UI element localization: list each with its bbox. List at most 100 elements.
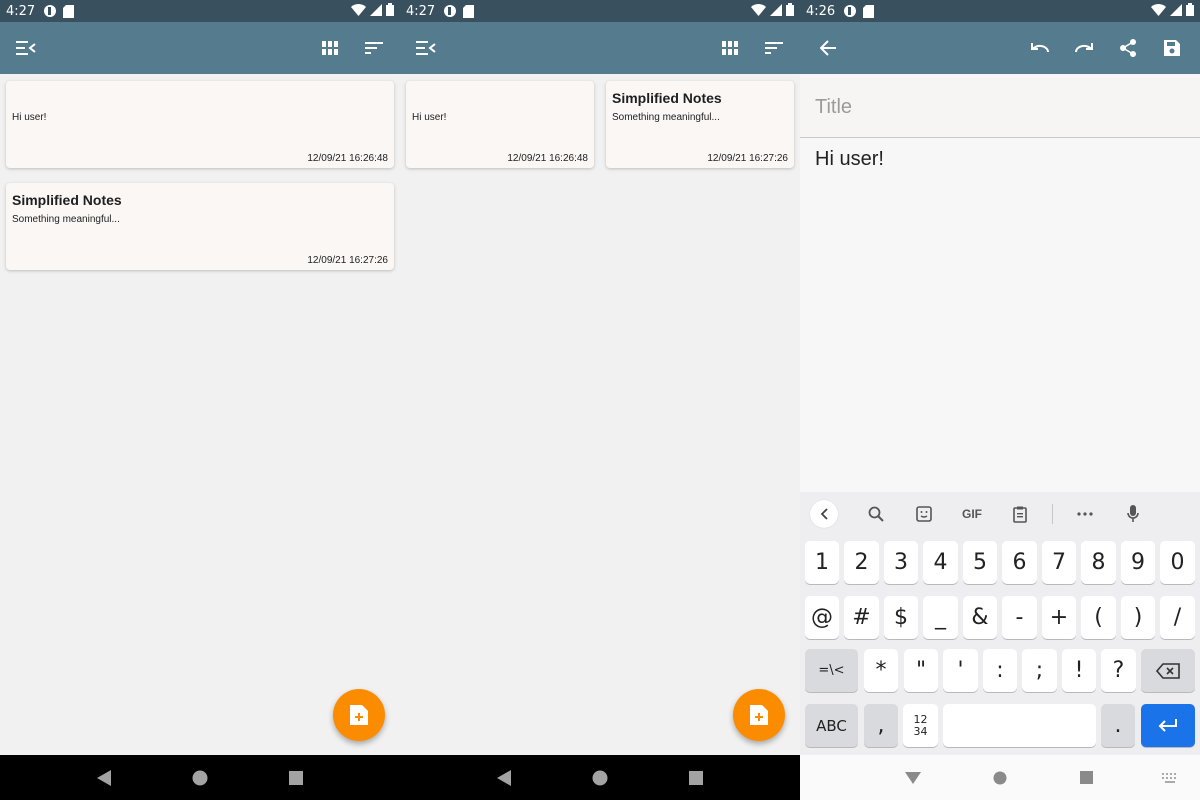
key[interactable]: # bbox=[844, 596, 879, 639]
signal-icon bbox=[1170, 3, 1182, 19]
chevron-left-icon[interactable] bbox=[810, 500, 838, 528]
more-symbols-key[interactable]: =\< bbox=[805, 649, 858, 692]
period-key[interactable]: . bbox=[1101, 704, 1135, 747]
key[interactable]: & bbox=[963, 596, 997, 639]
enter-icon bbox=[1158, 718, 1177, 732]
key[interactable]: @ bbox=[805, 596, 839, 639]
status-time: 4:26 bbox=[806, 3, 836, 19]
note-date: 12/09/21 16:27:26 bbox=[307, 255, 388, 266]
arrow-back-icon[interactable] bbox=[816, 36, 840, 60]
recents-icon[interactable] bbox=[684, 766, 708, 790]
comma-key[interactable]: , bbox=[864, 704, 898, 747]
key[interactable]: 6 bbox=[1002, 541, 1037, 584]
search-icon[interactable] bbox=[852, 496, 900, 532]
body-field[interactable]: Hi user! bbox=[800, 140, 1200, 492]
clipboard-icon[interactable] bbox=[996, 496, 1044, 532]
numpad-key[interactable]: 12 34 bbox=[903, 704, 938, 747]
key[interactable]: 0 bbox=[1160, 541, 1195, 584]
status-bar: 4:27 bbox=[0, 0, 400, 22]
toolbar-divider bbox=[1052, 504, 1053, 524]
title-input[interactable] bbox=[815, 96, 1185, 119]
key[interactable]: : bbox=[983, 649, 1017, 692]
keyboard-switch-icon[interactable] bbox=[1158, 766, 1182, 790]
key[interactable]: _ bbox=[923, 596, 958, 639]
key[interactable]: 4 bbox=[923, 541, 958, 584]
status-bar: 4:26 bbox=[800, 0, 1200, 22]
key[interactable]: 8 bbox=[1081, 541, 1116, 584]
back-icon[interactable] bbox=[492, 766, 516, 790]
key[interactable]: ) bbox=[1121, 596, 1155, 639]
key[interactable]: 2 bbox=[844, 541, 879, 584]
save-icon[interactable] bbox=[1160, 36, 1184, 60]
key[interactable]: ; bbox=[1022, 649, 1057, 692]
recents-icon[interactable] bbox=[284, 766, 308, 790]
battery-icon bbox=[786, 3, 794, 19]
key[interactable]: / bbox=[1160, 596, 1195, 639]
note-body: Hi user! bbox=[12, 112, 47, 123]
space-key[interactable] bbox=[943, 704, 1096, 747]
mic-icon[interactable] bbox=[1109, 496, 1157, 532]
share-icon[interactable] bbox=[1116, 36, 1140, 60]
more-icon[interactable] bbox=[1061, 496, 1109, 532]
key[interactable]: ' bbox=[943, 649, 978, 692]
key[interactable]: 5 bbox=[963, 541, 997, 584]
sd-card-icon bbox=[463, 4, 475, 18]
backspace-icon bbox=[1156, 662, 1180, 679]
abc-key[interactable]: ABC bbox=[805, 704, 858, 747]
note-body: Hi user! bbox=[412, 112, 447, 123]
grid-view-icon[interactable] bbox=[718, 36, 742, 60]
note-card[interactable]: Simplified Notes Something meaningful...… bbox=[606, 81, 794, 168]
note-body: Something meaningful... bbox=[12, 214, 120, 225]
note-card[interactable]: Simplified Notes Something meaningful...… bbox=[6, 183, 394, 270]
undo-icon[interactable] bbox=[1028, 36, 1052, 60]
key[interactable]: 1 bbox=[805, 541, 839, 584]
recents-icon[interactable] bbox=[1075, 766, 1099, 790]
note-date: 12/09/21 16:26:48 bbox=[307, 153, 388, 164]
note-title bbox=[412, 88, 588, 108]
notes-grid: Hi user! 12/09/21 16:26:48 Simplified No… bbox=[400, 74, 800, 755]
notification-icon bbox=[443, 4, 457, 18]
battery-icon bbox=[386, 3, 394, 19]
backspace-key[interactable] bbox=[1141, 649, 1195, 692]
sort-icon[interactable] bbox=[362, 36, 386, 60]
note-card[interactable]: Hi user! 12/09/21 16:26:48 bbox=[406, 81, 594, 168]
home-icon[interactable] bbox=[188, 766, 212, 790]
body-text: Hi user! bbox=[815, 148, 884, 170]
notification-icon bbox=[43, 4, 57, 18]
add-note-icon bbox=[750, 705, 768, 725]
home-icon[interactable] bbox=[988, 766, 1012, 790]
key[interactable]: - bbox=[1002, 596, 1037, 639]
gif-button[interactable]: GIF bbox=[948, 496, 996, 532]
note-card[interactable]: Hi user! 12/09/21 16:26:48 bbox=[6, 81, 394, 168]
grid-view-icon[interactable] bbox=[318, 36, 342, 60]
notes-list-screen-single: 4:27 Hi user! 12/09/21 16:26:48 Simplifi… bbox=[0, 0, 400, 800]
key[interactable]: ( bbox=[1081, 596, 1116, 639]
status-time: 4:27 bbox=[406, 3, 436, 19]
key[interactable]: * bbox=[864, 649, 898, 692]
status-bar: 4:27 bbox=[400, 0, 800, 22]
sort-icon[interactable] bbox=[762, 36, 786, 60]
menu-collapse-icon[interactable] bbox=[14, 36, 38, 60]
key[interactable]: 9 bbox=[1121, 541, 1155, 584]
sticker-icon[interactable] bbox=[900, 496, 948, 532]
numpad-label-bottom: 34 bbox=[913, 724, 928, 738]
add-note-button[interactable] bbox=[733, 689, 785, 741]
key[interactable]: $ bbox=[884, 596, 918, 639]
back-icon[interactable] bbox=[92, 766, 116, 790]
key[interactable]: ? bbox=[1101, 649, 1136, 692]
key[interactable]: + bbox=[1042, 596, 1076, 639]
redo-icon[interactable] bbox=[1072, 36, 1096, 60]
note-title bbox=[12, 88, 388, 108]
key[interactable]: " bbox=[904, 649, 938, 692]
key[interactable]: ! bbox=[1062, 649, 1096, 692]
add-note-button[interactable] bbox=[333, 689, 385, 741]
system-nav-bar bbox=[0, 755, 400, 800]
key[interactable]: 7 bbox=[1042, 541, 1076, 584]
menu-collapse-icon[interactable] bbox=[414, 36, 438, 60]
status-time: 4:27 bbox=[6, 3, 36, 19]
enter-key[interactable] bbox=[1141, 704, 1195, 747]
note-date: 12/09/21 16:26:48 bbox=[507, 153, 588, 164]
back-down-icon[interactable] bbox=[901, 766, 925, 790]
home-icon[interactable] bbox=[588, 766, 612, 790]
key[interactable]: 3 bbox=[884, 541, 918, 584]
